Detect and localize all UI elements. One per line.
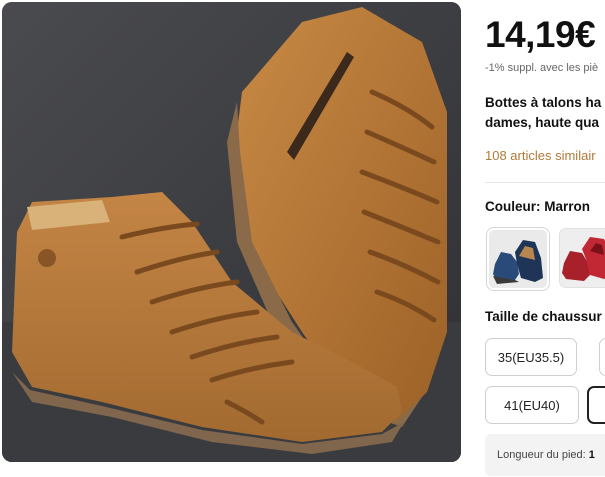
price: 14,19€	[485, 14, 596, 55]
product-main-image[interactable]	[2, 2, 461, 462]
divider	[485, 182, 605, 183]
price-note: -1% suppl. avec les piè	[485, 62, 599, 74]
product-title: Bottes à talons ha dames, haute qua	[485, 93, 605, 133]
boots-photo	[2, 2, 461, 462]
size-option[interactable]	[599, 338, 605, 376]
foot-length-text: Longueur du pied: 1	[497, 449, 595, 461]
size-option[interactable]: 35(EU35.5)	[485, 338, 577, 376]
product-title-line-1: Bottes à talons ha	[485, 95, 602, 110]
foot-length-info: Longueur du pied: 1	[485, 434, 605, 476]
product-info-panel: 14,19€ -1% suppl. avec les piè Bottes à …	[485, 0, 605, 477]
color-value: Marron	[544, 199, 591, 214]
product-title-line-2: dames, haute qua	[485, 115, 600, 130]
size-option[interactable]: 41(EU40)	[485, 386, 579, 424]
blue-boots-thumbnail	[489, 230, 547, 288]
red-boots-thumbnail	[560, 229, 605, 287]
similar-items-link[interactable]: 108 articles similair	[485, 148, 596, 163]
color-label-text: Couleur:	[485, 199, 541, 214]
color-swatch-blue[interactable]	[487, 228, 549, 290]
foot-length-label: Longueur du pied:	[497, 449, 586, 461]
color-swatch-red[interactable]	[559, 228, 605, 288]
size-option-selected[interactable]: 4	[587, 386, 605, 424]
color-label: Couleur: Marron	[485, 199, 590, 214]
foot-length-value: 1	[588, 449, 595, 461]
size-label: Taille de chaussur	[485, 309, 602, 324]
